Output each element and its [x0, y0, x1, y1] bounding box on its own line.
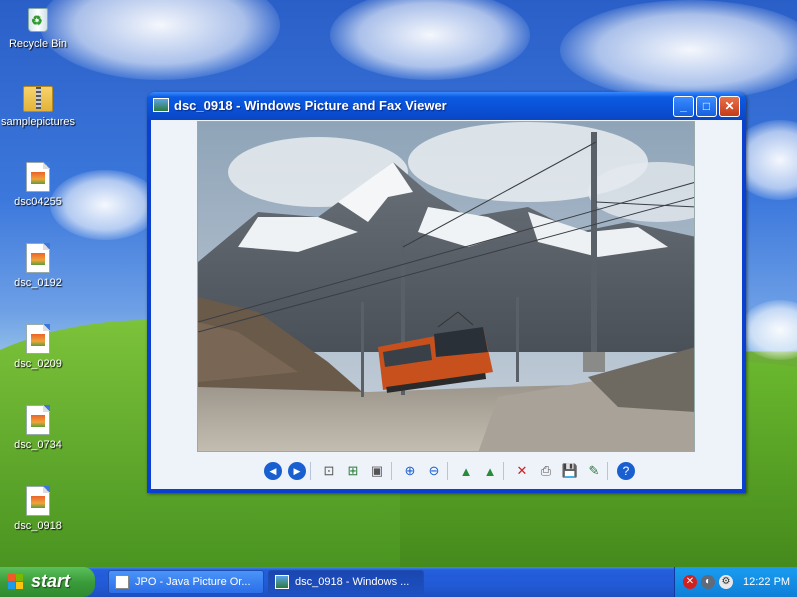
desktop-icon-dsc_0918[interactable]: dsc_0918	[0, 486, 76, 532]
help-icon: ?	[622, 464, 630, 478]
image-file-icon	[26, 486, 50, 516]
desktop-icon-label: dsc_0734	[14, 439, 62, 451]
recycle-bin-icon: ♻	[22, 2, 54, 34]
best-fit-icon: ⊡	[323, 463, 335, 478]
desktop-icon-dsc_0192[interactable]: dsc_0192	[0, 243, 76, 289]
picture-viewer-window: dsc_0918 - Windows Picture and Fax Viewe…	[147, 92, 746, 493]
taskbar-item-picture-viewer[interactable]: dsc_0918 - Windows ...	[268, 570, 424, 594]
desktop-icon-label: samplepictures	[1, 116, 75, 128]
title-bar[interactable]: dsc_0918 - Windows Picture and Fax Viewe…	[147, 92, 746, 120]
image-file-icon	[26, 162, 50, 192]
toolbar-separator	[447, 462, 448, 480]
next-image-button[interactable]: ▶	[288, 462, 306, 480]
image-file-icon	[26, 324, 50, 354]
zoom-out-button[interactable]: ⊖	[425, 462, 443, 480]
start-label: start	[31, 571, 71, 591]
taskbar: start JPO - Java Picture Or... dsc_0918 …	[0, 567, 797, 597]
help-button[interactable]: ?	[617, 462, 635, 480]
best-fit-button[interactable]: ⊡	[320, 462, 338, 480]
zoom-in-button[interactable]: ⊕	[401, 462, 419, 480]
toolbar-separator	[607, 462, 608, 480]
desktop-icon-label: dsc_0192	[14, 277, 62, 289]
system-tray: ✕ ◐ ⚙ 12:22 PM	[674, 567, 797, 597]
actual-size-button[interactable]: ⊞	[344, 462, 362, 480]
windows-logo-icon	[8, 574, 24, 590]
desktop-icon-dsc04255[interactable]: dsc04255	[0, 162, 76, 208]
desktop-icon-samplepictures[interactable]: samplepictures	[0, 82, 76, 128]
taskbar-item-label: JPO - Java Picture Or...	[135, 576, 251, 588]
rotate-clockwise-button[interactable]: ▲	[457, 462, 475, 480]
picture-viewer-icon	[275, 575, 289, 589]
print-button[interactable]: ⎙	[537, 462, 555, 480]
toolbar-separator	[310, 462, 311, 480]
viewer-client-area: ◀ ▶ ⊡ ⊞ ▣ ⊕ ⊖ ▲ ▲ ✕ ⎙ 💾 ✎?	[151, 120, 742, 489]
close-button[interactable]: ✕	[719, 96, 740, 117]
minimize-button[interactable]: _	[673, 96, 694, 117]
maximize-button[interactable]: □	[696, 96, 717, 117]
zoom-in-icon: ⊕	[404, 463, 416, 478]
print-icon: ⎙	[540, 463, 552, 478]
image-file-icon	[26, 243, 50, 273]
window-title: dsc_0918 - Windows Picture and Fax Viewe…	[174, 98, 447, 113]
network-icon[interactable]: ⚙	[719, 575, 733, 589]
desktop-icon-dsc_0734[interactable]: dsc_0734	[0, 405, 76, 451]
desktop-icon-recycle-bin[interactable]: ♻ Recycle Bin	[0, 2, 76, 50]
toolbar-separator	[391, 462, 392, 480]
save-button[interactable]: 💾	[561, 462, 579, 480]
zoom-out-icon: ⊖	[428, 463, 440, 478]
rotate-counterclockwise-button[interactable]: ▲	[481, 462, 499, 480]
save-icon: 💾	[561, 463, 579, 478]
picture-viewer-icon	[153, 98, 169, 112]
zip-folder-icon	[23, 86, 53, 112]
desktop-icon-label: dsc_0918	[14, 520, 62, 532]
wallpaper-cloud	[740, 300, 797, 360]
slideshow-button[interactable]: ▣	[368, 462, 386, 480]
viewer-toolbar: ◀ ▶ ⊡ ⊞ ▣ ⊕ ⊖ ▲ ▲ ✕ ⎙ 💾 ✎?	[151, 456, 742, 486]
security-alert-icon[interactable]: ✕	[683, 575, 697, 589]
clock[interactable]: 12:22 PM	[743, 576, 790, 588]
wallpaper-cloud	[560, 0, 797, 100]
previous-image-icon: ◀	[269, 465, 277, 476]
wallpaper-cloud	[40, 0, 280, 80]
toolbar-separator	[503, 462, 504, 480]
desktop-icon-label: Recycle Bin	[8, 38, 68, 50]
taskbar-item-label: dsc_0918 - Windows ...	[295, 576, 410, 588]
wallpaper-cloud	[330, 0, 530, 80]
edit-icon: ✎	[588, 463, 600, 478]
volume-icon[interactable]: ◐	[701, 575, 715, 589]
mountain-railway-photo	[197, 121, 695, 452]
actual-size-icon: ⊞	[347, 463, 359, 478]
rotate-counterclockwise-icon: ▲	[483, 463, 497, 479]
start-button[interactable]: start	[0, 567, 95, 597]
edit-button[interactable]: ✎	[585, 462, 603, 480]
taskbar-item-jpo[interactable]: JPO - Java Picture Or...	[108, 570, 264, 594]
java-app-icon	[115, 575, 129, 589]
desktop-icon-dsc_0209[interactable]: dsc_0209	[0, 324, 76, 370]
slideshow-icon: ▣	[370, 463, 384, 478]
image-file-icon	[26, 405, 50, 435]
rotate-clockwise-icon: ▲	[459, 463, 473, 479]
desktop-icon-label: dsc04255	[14, 196, 62, 208]
previous-image-button[interactable]: ◀	[264, 462, 282, 480]
desktop-icon-label: dsc_0209	[14, 358, 62, 370]
delete-button[interactable]: ✕	[513, 462, 531, 480]
next-image-icon: ▶	[293, 465, 301, 476]
delete-icon: ✕	[516, 463, 528, 478]
